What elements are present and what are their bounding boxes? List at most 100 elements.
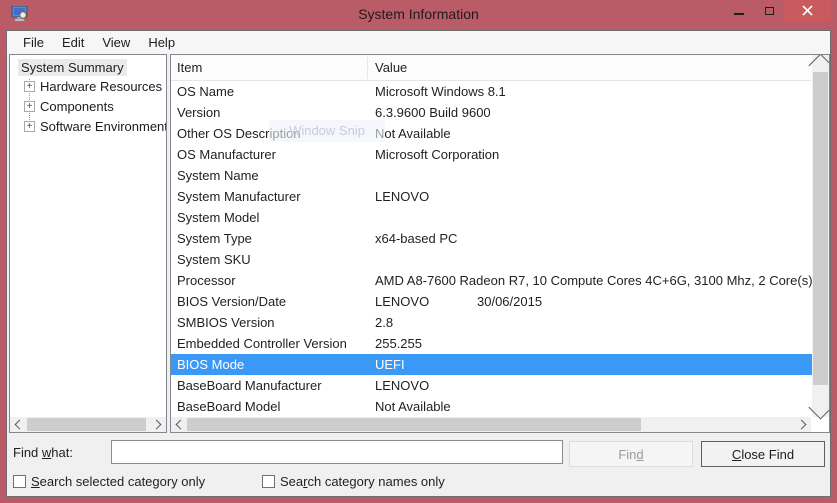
table-row[interactable]: System ManufacturerLENOVO — [171, 186, 812, 207]
minimize-button[interactable] — [724, 0, 754, 21]
tree-item-software-environment[interactable]: + Software Environment — [10, 117, 166, 137]
row-item-label: Embedded Controller Version — [177, 333, 347, 354]
table-row[interactable]: Processor AMD A8-7600 Radeon R7, 10 Compu… — [171, 270, 812, 291]
list-header[interactable]: Item Value — [171, 55, 811, 81]
menu-view[interactable]: View — [93, 32, 139, 53]
details-list-panel: Item Value OS NameMicrosoft Windows 8.1V… — [170, 54, 830, 433]
table-row[interactable]: System Type x64-based PC — [171, 228, 812, 249]
menu-help[interactable]: Help — [139, 32, 184, 53]
row-value: 6.3.9600 Build 9600 — [375, 102, 491, 123]
row-value: LENOVO — [375, 291, 429, 312]
client-area: File Edit View Help System Summary + Hard… — [6, 30, 831, 497]
tree-item-system-summary[interactable]: System Summary — [18, 60, 127, 75]
tree-item-components[interactable]: + Components — [10, 97, 166, 117]
row-value: Not Available — [375, 123, 451, 144]
menu-file[interactable]: File — [14, 32, 53, 53]
tree-item-hardware-resources[interactable]: + Hardware Resources — [10, 77, 166, 97]
row-value: LENOVO — [375, 375, 429, 396]
tree-item-label: Software Environment — [40, 119, 167, 134]
find-input[interactable] — [111, 440, 563, 464]
close-button[interactable] — [784, 0, 831, 21]
find-what-label: Find what: — [13, 445, 73, 460]
menu-edit[interactable]: Edit — [53, 32, 93, 53]
tree-children: + Hardware Resources + Components + Software … — [10, 77, 166, 137]
minimize-icon — [734, 13, 744, 15]
tree-item-label: Hardware Resources — [40, 79, 162, 94]
row-value: Microsoft Corporation — [375, 144, 499, 165]
row-value: LENOVO — [375, 186, 429, 207]
table-row[interactable]: BIOS Mode UEFI — [171, 354, 812, 375]
tree-item-label: Components — [40, 99, 114, 114]
row-item-label: System Name — [177, 165, 259, 186]
table-row[interactable]: System Name — [171, 165, 812, 186]
row-item-label: System Type — [177, 228, 252, 249]
column-header-value[interactable]: Value — [375, 55, 407, 81]
search-category-names-checkbox-row: Search category names only — [262, 474, 445, 490]
checkbox-icon[interactable] — [13, 475, 26, 488]
checkbox-label[interactable]: Search category names only — [280, 474, 445, 489]
table-row[interactable]: BaseBoard ModelNot Available — [171, 396, 812, 417]
window-title: System Information — [0, 6, 837, 22]
scroll-down-icon[interactable] — [812, 400, 829, 417]
row-value: Microsoft Windows 8.1 — [375, 81, 506, 102]
row-item-label: System SKU — [177, 249, 251, 270]
checkbox-label[interactable]: Search selected category only — [31, 474, 205, 489]
row-item-label: OS Manufacturer — [177, 144, 276, 165]
row-value: 2.8 — [375, 312, 393, 333]
row-value: x64-based PC — [375, 228, 457, 249]
list-horizontal-scrollbar[interactable] — [171, 417, 811, 432]
maximize-icon — [765, 7, 774, 15]
scroll-up-icon[interactable] — [812, 55, 829, 72]
close-icon — [802, 5, 813, 16]
find-button[interactable]: Find — [569, 441, 693, 467]
row-item-label: BIOS Version/Date — [177, 291, 286, 312]
column-divider[interactable] — [367, 57, 368, 79]
expand-plus-icon[interactable]: + — [24, 101, 35, 112]
table-row[interactable]: OS Manufacturer Microsoft Corporation — [171, 144, 812, 165]
category-tree-panel: System Summary + Hardware Resources + Compo… — [9, 54, 167, 433]
expand-plus-icon[interactable]: + — [24, 121, 35, 132]
menubar: File Edit View Help — [7, 31, 830, 54]
row-value: 255.255 — [375, 333, 422, 354]
list-vertical-scrollbar[interactable] — [812, 55, 829, 417]
window-snip-ghost: Window Snip — [269, 120, 385, 142]
column-header-item[interactable]: Item — [177, 55, 202, 81]
list-rows: OS Name Microsoft Windows 8.1 Version 6.3.9… — [171, 81, 812, 417]
table-row[interactable]: BaseBoard Manufacturer LENOVO — [171, 375, 812, 396]
row-item-label: Version — [177, 102, 220, 123]
table-row[interactable]: Other OS DescriptionNot Available — [171, 123, 812, 144]
scrollbar-thumb[interactable] — [813, 72, 828, 385]
maximize-button[interactable] — [754, 0, 784, 21]
table-row[interactable]: System Model — [171, 207, 812, 228]
scroll-left-icon[interactable] — [10, 417, 26, 432]
row-item-label: BIOS Mode — [177, 354, 244, 375]
row-item-label: OS Name — [177, 81, 234, 102]
row-item-label: System Model — [177, 207, 259, 228]
table-row[interactable]: System SKU — [171, 249, 812, 270]
scrollbar-thumb[interactable] — [187, 418, 641, 431]
scrollbar-thumb[interactable] — [27, 418, 146, 431]
table-row[interactable]: SMBIOS Version 2.8 — [171, 312, 812, 333]
window-controls — [724, 0, 831, 21]
tree-horizontal-scrollbar[interactable] — [10, 417, 166, 432]
table-row[interactable]: Embedded Controller Version 255.255 — [171, 333, 812, 354]
search-selected-category-checkbox-row: Search selected category only — [13, 474, 205, 490]
row-item-label: BaseBoard Model — [177, 396, 280, 417]
expand-plus-icon[interactable]: + — [24, 81, 35, 92]
close-find-button[interactable]: Close Find — [701, 441, 825, 467]
scroll-left-icon[interactable] — [171, 417, 187, 432]
table-row[interactable]: BIOS Version/Date LENOVO 30/06/2015 — [171, 291, 812, 312]
scroll-right-icon[interactable] — [795, 417, 811, 432]
row-item-label: Processor — [177, 270, 236, 291]
row-value: UEFI — [375, 354, 405, 375]
titlebar[interactable]: System Information — [0, 0, 837, 30]
row-value: AMD A8-7600 Radeon R7, 10 Compute Cores … — [375, 270, 812, 291]
table-row[interactable]: Version 6.3.9600 Build 9600 — [171, 102, 812, 123]
table-row[interactable]: OS Name Microsoft Windows 8.1 — [171, 81, 812, 102]
checkbox-icon[interactable] — [262, 475, 275, 488]
row-value-secondary: 30/06/2015 — [477, 291, 542, 312]
row-item-label: SMBIOS Version — [177, 312, 275, 333]
system-information-window: System Information File Edit View Help S… — [0, 0, 837, 503]
scroll-right-icon[interactable] — [150, 417, 166, 432]
row-item-label: BaseBoard Manufacturer — [177, 375, 322, 396]
